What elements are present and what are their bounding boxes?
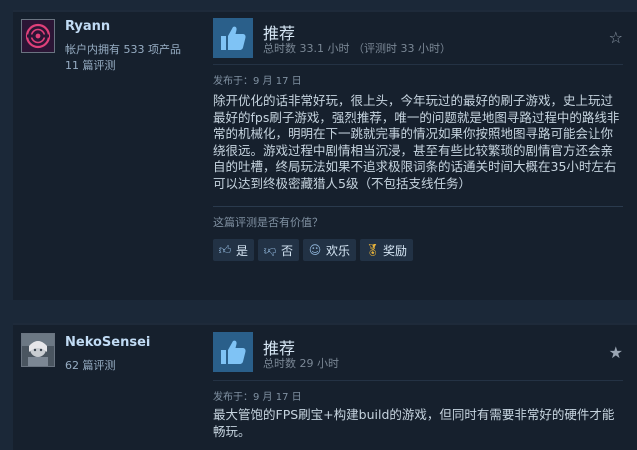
divider <box>213 64 623 65</box>
review-card: Ryann 帐户内拥有 533 项产品 11 篇评测 推荐 总时数 33.1 小… <box>13 10 637 300</box>
divider <box>213 206 623 207</box>
playtime: 总时数 33.1 小时 （评测时 33 小时） <box>263 42 451 55</box>
award-label: 奖励 <box>383 243 408 258</box>
vote-yes-button[interactable]: 👍︎ 是 <box>213 239 255 261</box>
card-top-border <box>13 10 637 12</box>
avatar-image <box>22 20 54 52</box>
recommended-badge[interactable] <box>213 332 253 372</box>
star-icon[interactable]: ★ <box>609 343 623 362</box>
username[interactable]: NekoSensei <box>65 335 150 350</box>
review-count[interactable]: 62 篇评测 <box>65 357 116 373</box>
vote-yes-label: 是 <box>236 243 249 258</box>
vote-buttons: 👍︎ 是 👍︎ 否 ☺ 欢乐 🏅︎ 奖励 <box>213 239 414 261</box>
thumbs-up-icon <box>221 340 246 364</box>
vote-funny-button[interactable]: ☺ 欢乐 <box>303 239 357 261</box>
vote-funny-label: 欢乐 <box>326 243 351 258</box>
star-icon[interactable]: ☆ <box>609 28 623 47</box>
award-icon: 🏅︎ <box>365 243 381 257</box>
thumbs-up-icon <box>221 26 246 50</box>
divider <box>213 380 623 381</box>
thumbs-down-icon: 👍︎ <box>263 243 277 258</box>
avatar-image <box>22 334 54 366</box>
review-text: 最大管饱的FPS刷宝+构建build的游戏，但同时有需要非常好的硬件才能畅玩。 <box>213 407 615 439</box>
helpful-question: 这篇评测是否有价值？ <box>213 216 323 229</box>
playtime: 总时数 29 小时 <box>263 357 339 370</box>
smiley-icon: ☺ <box>308 243 322 257</box>
review-card: NekoSensei 62 篇评测 推荐 总时数 29 小时 ★ 发布于：9 月… <box>13 323 637 450</box>
posted-date: 发布于：9 月 17 日 <box>213 392 302 403</box>
username[interactable]: Ryann <box>65 19 110 34</box>
recommended-badge[interactable] <box>213 18 253 58</box>
avatar[interactable] <box>21 19 55 53</box>
review-count[interactable]: 11 篇评测 <box>65 57 116 73</box>
award-button[interactable]: 🏅︎ 奖励 <box>360 239 414 261</box>
posted-date: 发布于：9 月 17 日 <box>213 76 302 87</box>
card-top-border <box>13 323 637 325</box>
vote-no-label: 否 <box>281 243 294 258</box>
thumbs-up-icon: 👍︎ <box>218 242 232 257</box>
vote-no-button[interactable]: 👍︎ 否 <box>258 239 300 261</box>
review-text: 除开优化的话非常好玩，很上头，今年玩过的最好的刷子游戏，史上玩过最好的fps刷子… <box>213 93 620 191</box>
products-owned[interactable]: 帐户内拥有 533 项产品 <box>65 41 181 57</box>
avatar[interactable] <box>21 333 55 367</box>
